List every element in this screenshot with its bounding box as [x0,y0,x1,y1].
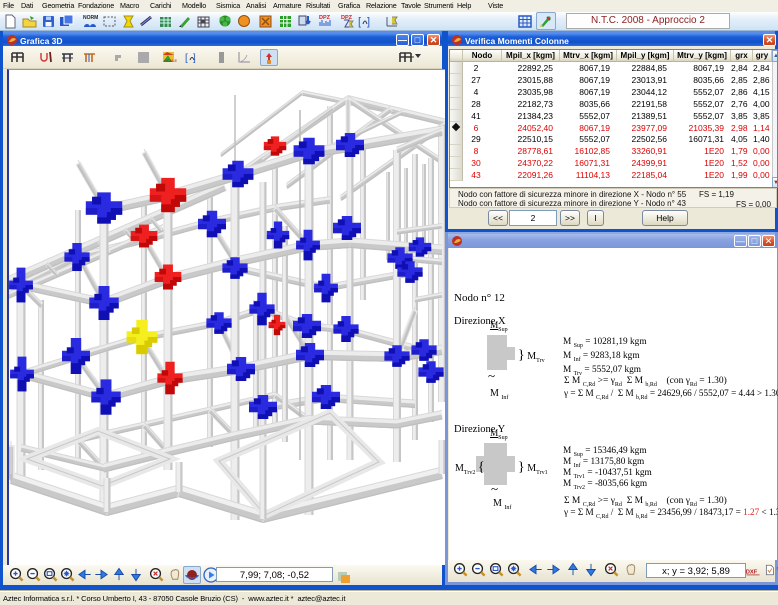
svg-text:DPZ: DPZ [319,15,331,21]
svg-text:]: ] [367,16,370,28]
svg-text:NORM: NORM [83,15,98,21]
svg-text:SCALE: SCALE [164,58,177,63]
svg-text:[: [ [185,53,188,64]
svg-text:[: [ [358,16,361,28]
